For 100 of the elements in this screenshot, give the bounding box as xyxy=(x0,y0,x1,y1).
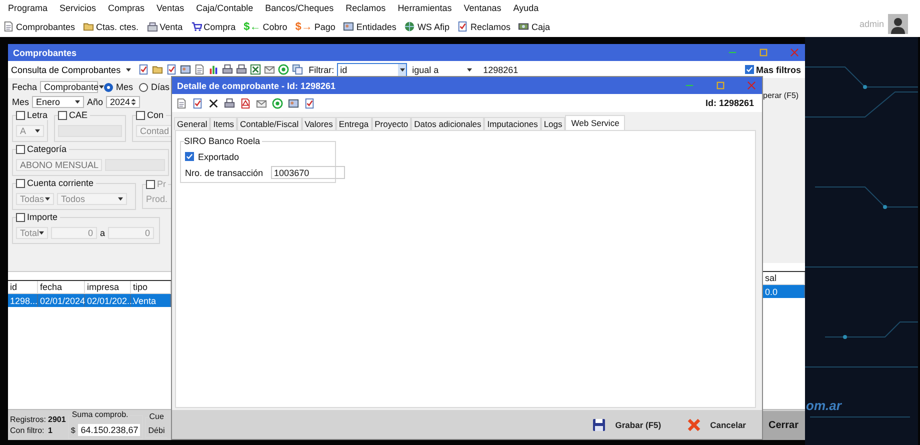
toolbar-button[interactable]: Caja xyxy=(517,21,551,32)
currency-label: $ xyxy=(70,426,76,434)
menu-item[interactable]: Programa xyxy=(8,3,48,13)
checkbox[interactable] xyxy=(136,110,145,120)
cancel-button[interactable]: Cancelar xyxy=(681,416,752,432)
field-label: Prod. xyxy=(146,194,168,204)
column-header[interactable]: fecha xyxy=(38,281,85,293)
tab[interactable]: Contable/Fiscal xyxy=(237,117,302,130)
tab[interactable]: Items xyxy=(210,117,238,130)
checkbox[interactable] xyxy=(58,110,67,120)
dialog-title: Detalle de comprobante - Id: 1298261 xyxy=(177,80,336,90)
checkbox[interactable] xyxy=(185,152,194,161)
filter-field-dropdown[interactable]: id xyxy=(337,62,408,76)
year-spinner[interactable]: 2024 xyxy=(106,96,140,108)
records-label: Registros: xyxy=(10,415,46,424)
checkbox-label: Importe xyxy=(27,212,58,222)
cross-icon xyxy=(687,418,702,432)
checkbox-label: Exportado xyxy=(198,152,240,162)
column-header[interactable]: id xyxy=(8,281,38,293)
id-card-icon xyxy=(180,64,191,75)
menu-item[interactable]: Ventanas xyxy=(464,3,502,13)
query-dropdown[interactable]: Consulta de Comprobantes xyxy=(10,64,135,74)
table-row[interactable]: 1298... 02/01/2024 02/01/202...Venta xyxy=(8,294,171,307)
menu-item[interactable]: Herramientas xyxy=(398,3,452,13)
tab[interactable]: Proyecto xyxy=(372,117,412,130)
group-title: Cue xyxy=(149,412,164,420)
caret-icon xyxy=(467,68,472,72)
recover-button[interactable]: perar (F5) xyxy=(763,91,805,100)
printer-icon xyxy=(224,98,235,108)
checklist-icon xyxy=(192,98,203,108)
radio-button[interactable] xyxy=(139,82,148,92)
group-title: Suma comprob. xyxy=(72,410,128,419)
checkbox[interactable] xyxy=(16,110,25,120)
checkbox-label: Cuenta corriente xyxy=(27,178,94,188)
checkbox[interactable] xyxy=(16,178,25,188)
avatar-icon[interactable] xyxy=(888,14,908,34)
cash-register-icon xyxy=(146,21,158,32)
menu-item[interactable]: Ventas xyxy=(156,3,184,13)
id-card-icon xyxy=(343,21,354,32)
toolbar-button[interactable]: Comprobantes xyxy=(2,21,76,32)
menu-item[interactable]: Caja/Contable xyxy=(196,3,254,13)
checkbox[interactable] xyxy=(744,65,754,74)
menu-item[interactable]: Servicios xyxy=(60,3,96,13)
checkbox[interactable] xyxy=(16,144,25,154)
filter-value[interactable]: 1298261 xyxy=(483,64,518,74)
transaction-field[interactable]: 1003670 xyxy=(271,166,346,179)
tab[interactable]: Datos adicionales xyxy=(411,117,484,130)
toolbar-button[interactable]: $→ Pago xyxy=(294,20,336,32)
field-label: Débi xyxy=(148,426,165,434)
group-title: SIRO Banco Roela xyxy=(184,136,260,146)
menu-item[interactable]: Reclamos xyxy=(346,3,386,13)
caret-icon xyxy=(126,68,131,72)
window-title: Comprobantes xyxy=(13,48,77,58)
toolbar-button[interactable]: Compra xyxy=(190,21,237,32)
filtered-label: Con filtro: xyxy=(10,426,46,435)
toolbar-button[interactable]: Entidades xyxy=(342,21,398,32)
pdf-icon xyxy=(240,98,251,108)
checkbox[interactable] xyxy=(146,180,155,188)
checklist-icon xyxy=(457,21,468,32)
maximize-icon[interactable] xyxy=(759,48,768,57)
chat-bubble-icon xyxy=(278,64,289,75)
caret-icon xyxy=(45,197,50,201)
tab[interactable]: Web Service xyxy=(565,115,626,130)
toolbar-button[interactable]: $← Cobro xyxy=(242,20,288,32)
document-icon xyxy=(194,64,205,75)
tab[interactable]: General xyxy=(174,117,210,130)
checkbox[interactable] xyxy=(16,212,25,222)
save-button[interactable]: Grabar (F5) xyxy=(586,416,668,432)
toolbar-button[interactable]: WS Afip xyxy=(403,21,450,32)
category-field[interactable]: ABONO MENSUAL xyxy=(16,159,102,171)
printer-icon xyxy=(222,64,233,75)
radio-label: Mes xyxy=(116,82,134,92)
tab[interactable]: Logs xyxy=(540,117,566,130)
toolbar-button[interactable]: Reclamos xyxy=(456,21,512,32)
toolbar-button[interactable]: Venta xyxy=(146,21,184,32)
banknote-icon xyxy=(518,21,530,32)
caret-icon xyxy=(39,231,44,235)
chat-bubble-icon xyxy=(272,98,283,108)
document-icon xyxy=(3,21,14,32)
maximize-icon[interactable] xyxy=(716,81,725,90)
menu-item[interactable]: Ayuda xyxy=(513,3,539,13)
radio-button[interactable] xyxy=(104,82,114,92)
checklist-icon xyxy=(138,64,149,75)
tab[interactable]: Entrega xyxy=(336,117,372,130)
checkbox-label: Categoría xyxy=(27,144,67,154)
envelope-icon xyxy=(256,98,267,108)
menu-item[interactable]: Compras xyxy=(108,3,145,13)
tab[interactable]: Imputaciones xyxy=(484,117,541,130)
menu-item[interactable]: Bancos/Cheques xyxy=(265,3,334,13)
close-button[interactable]: Cerrar xyxy=(762,410,805,440)
operator-dropdown[interactable]: igual a xyxy=(410,64,476,76)
month-dropdown[interactable]: Enero xyxy=(32,96,84,108)
user-name: admin xyxy=(859,19,884,29)
cart-icon xyxy=(190,21,202,32)
field-label: Año xyxy=(87,97,104,107)
cross-icon xyxy=(208,98,219,108)
toolbar-button[interactable]: Ctas. ctes. xyxy=(82,21,140,32)
column-header[interactable]: impresa xyxy=(85,281,131,293)
tab[interactable]: Valores xyxy=(302,117,336,130)
checkbox-label: Mas filtros xyxy=(756,64,801,74)
